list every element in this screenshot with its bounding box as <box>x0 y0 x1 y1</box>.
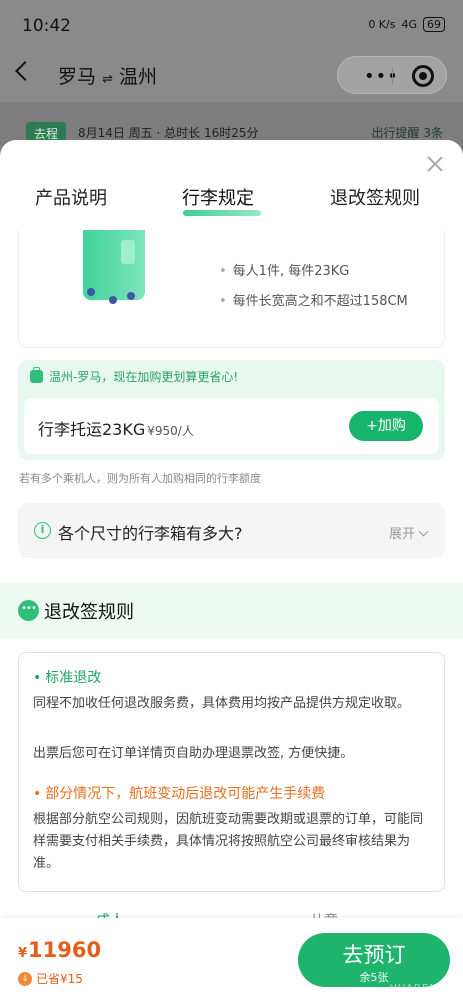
total-price: ¥11960 <box>18 938 101 962</box>
route-title: 罗马 ⇌ 温州 <box>58 62 157 89</box>
add-luggage-button[interactable]: +加购 <box>349 411 423 441</box>
mini-program-capsule: ••• <box>337 56 447 94</box>
tab-refund-rules[interactable]: 退改签规则 <box>330 184 420 210</box>
status-icons: 0 K/s 4G 69 <box>368 17 445 32</box>
luggage-spec-size: 每件长宽高之和不超过158CM <box>219 290 408 309</box>
active-tab-indicator <box>183 210 261 216</box>
sheet-tabs: 产品说明 行李规定 退改签规则 <box>0 180 463 220</box>
standard-refund-text: 同程不加收任何退改服务费，具体费用均按产品提供方规定收取。 <box>33 696 411 711</box>
capsule-divider <box>392 67 393 85</box>
nav-bar: 罗马 ⇌ 温州 ••• <box>0 50 463 102</box>
saved-text: 已省¥15 <box>36 972 83 986</box>
addon-item: 行李托运23KG ¥950/人 <box>38 416 194 440</box>
luggage-size-faq[interactable]: i 各个尺寸的行李箱有多大? 展开 <box>18 503 445 558</box>
luggage-allowance-card: 每人1件, 每件23KG 每件长宽高之和不超过158CM <box>18 230 445 348</box>
swap-arrow-icon: ⇌ <box>102 72 113 87</box>
book-button[interactable]: 去预订 余5张 <box>298 933 450 987</box>
price-value: 11960 <box>28 938 102 962</box>
net-speed: 0 K/s <box>368 18 396 31</box>
saved-amount: ↓ 已省¥15 <box>18 970 83 987</box>
trip-remind-link[interactable]: 出行提醒 3条 <box>372 124 443 141</box>
destination-city: 温州 <box>119 66 158 88</box>
addon-item-row: 行李托运23KG ¥950/人 +加购 <box>24 398 439 454</box>
close-icon[interactable] <box>425 154 445 174</box>
partial-refund-text: 根据部分航空公司规则，因航班变动需要改期或退票的订单，可能同样需要支付相关手续费… <box>33 812 424 871</box>
origin-city: 罗马 <box>58 66 97 88</box>
watermark-text: HUARENJIE <box>389 983 453 994</box>
more-dots-icon[interactable]: ••• <box>364 66 399 87</box>
addon-banner: 温州-罗马，现在加购更划算更省心! <box>30 367 239 385</box>
status-bar: 10:42 0 K/s 4G 69 <box>0 0 463 50</box>
partial-refund-title: 部分情况下，航班变动后退改可能产生手续费 <box>33 783 325 803</box>
luggage-addon-card: 温州-罗马，现在加购更划算更省心! 行李托运23KG ¥950/人 +加购 <box>18 360 445 460</box>
price-currency: ¥ <box>18 946 28 961</box>
refund-rules-box: 标准退改 同程不加收任何退改服务费，具体费用均按产品提供方规定收取。 出票后您可… <box>18 652 445 892</box>
luggage-spec-weight: 每人1件, 每件23KG <box>219 260 350 279</box>
luggage-sheet: 产品说明 行李规定 退改签规则 每人1件, 每件23KG 每件长宽高之和不超过1… <box>0 140 463 1000</box>
bottom-bar: ¥11960 ↓ 已省¥15 去预订 余5张 HUARENJIE <box>0 918 463 1000</box>
suitcase-icon <box>83 230 145 304</box>
standard-refund-selfservice: 出票后您可在订单详情页自助办理退票改签, 方便快捷。 <box>33 746 354 761</box>
size-question: 各个尺寸的行李箱有多大? <box>58 524 243 543</box>
book-label: 去预订 <box>342 943 406 967</box>
tab-product-info[interactable]: 产品说明 <box>35 184 107 210</box>
battery-icon: 69 <box>423 17 445 32</box>
expand-label: 展开 <box>388 527 415 542</box>
back-arrow-icon[interactable] <box>15 61 35 81</box>
chevron-down-icon <box>418 526 429 537</box>
standard-refund-title: 标准退改 <box>33 667 101 687</box>
addon-item-price: ¥950/人 <box>147 424 194 438</box>
chat-bubble-icon: ••• <box>18 600 39 621</box>
refund-rules-title: 退改签规则 <box>44 602 134 623</box>
addon-banner-text: 温州-罗马，现在加购更划算更省心! <box>49 370 239 384</box>
close-program-icon[interactable] <box>412 65 434 87</box>
tab-luggage-rules[interactable]: 行李规定 <box>182 184 254 210</box>
addon-note: 若有多个乘机人，则为所有人加购相同的行李额度 <box>19 472 261 485</box>
trip-info: 8月14日 周五 · 总时长 16时25分 <box>78 126 259 140</box>
addon-item-name: 行李托运23KG <box>38 420 146 439</box>
bag-icon <box>30 367 43 383</box>
info-icon: i <box>34 522 51 539</box>
discount-coin-icon: ↓ <box>18 971 32 986</box>
signal-indicator: 4G <box>401 18 417 31</box>
refund-rules-header: ••• 退改签规则 <box>0 583 463 638</box>
expand-toggle[interactable]: 展开 <box>388 523 429 542</box>
status-time: 10:42 <box>22 16 71 36</box>
